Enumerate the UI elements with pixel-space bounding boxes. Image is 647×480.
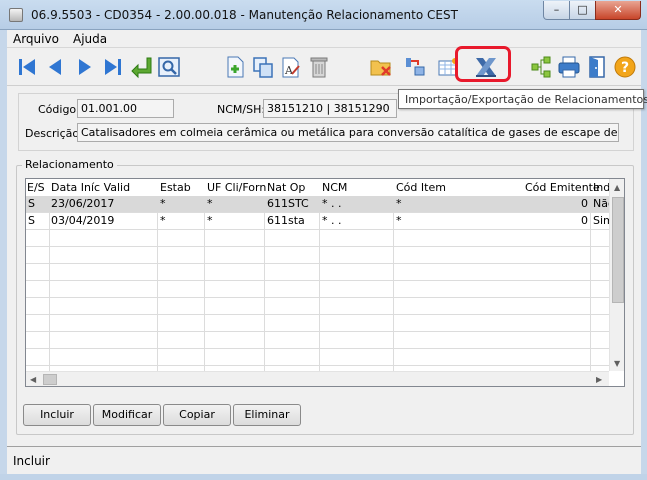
eliminar-button[interactable]: Eliminar: [233, 404, 301, 426]
cell-ind: Sim: [593, 214, 609, 227]
transfer-icon[interactable]: [401, 53, 429, 81]
modificar-button[interactable]: Modificar: [93, 404, 161, 426]
col-data-inic-valid[interactable]: Data Iníc Valid: [51, 181, 130, 194]
col-ncm[interactable]: NCM: [322, 181, 347, 194]
codigo-field: 01.001.00: [77, 99, 174, 118]
descricao-label: Descrição:: [25, 127, 83, 140]
cell-nat-op: 611sta: [267, 214, 305, 227]
vertical-scroll-thumb[interactable]: [612, 197, 624, 303]
table-row[interactable]: S 23/06/2017 * * 611STC * . . * 0 Não: [26, 196, 609, 213]
next-record-icon[interactable]: [71, 53, 99, 81]
cell-data: 03/04/2019: [51, 214, 115, 227]
help-icon[interactable]: ?: [611, 53, 639, 81]
app-icon: [9, 8, 23, 22]
menu-ajuda[interactable]: Ajuda: [73, 32, 107, 46]
table-row[interactable]: S 03/04/2019 * * 611sta * . . * 0 Sim: [26, 213, 609, 230]
col-nat-op[interactable]: Nat Op: [267, 181, 305, 194]
copiar-button[interactable]: Copiar: [163, 404, 231, 426]
title-bar: 06.9.5503 - CD0354 - 2.00.00.018 - Manut…: [0, 0, 647, 30]
maximize-button[interactable]: □: [569, 1, 596, 20]
window-title: 06.9.5503 - CD0354 - 2.00.00.018 - Manut…: [31, 8, 458, 22]
close-button[interactable]: ✕: [595, 1, 641, 20]
goto-return-icon[interactable]: [127, 53, 155, 81]
copy-record-icon[interactable]: [249, 53, 277, 81]
cell-cod-emitente: 0: [581, 197, 588, 210]
delete-trash-icon[interactable]: [305, 53, 333, 81]
edit-record-icon[interactable]: A: [277, 53, 305, 81]
table-row: [26, 332, 609, 349]
table-row: [26, 264, 609, 281]
status-bar: Incluir: [7, 446, 641, 474]
col-ind[interactable]: Ind: [593, 181, 610, 194]
col-cod-emitente[interactable]: Cód Emitente: [525, 181, 600, 194]
highlight-box: [455, 46, 511, 82]
table-row: [26, 230, 609, 247]
cell-es: S: [28, 214, 35, 227]
cell-ind: Não: [593, 197, 609, 210]
scroll-left-icon[interactable]: ◀: [30, 375, 36, 384]
horizontal-scroll-thumb[interactable]: [43, 374, 57, 385]
new-record-icon[interactable]: [221, 53, 249, 81]
cell-es: S: [28, 197, 35, 210]
previous-record-icon[interactable]: [41, 53, 69, 81]
cancel-folder-icon[interactable]: [367, 53, 395, 81]
relacionamento-title: Relacionamento: [22, 158, 117, 171]
status-text: Incluir: [13, 454, 50, 468]
table-row: [26, 315, 609, 332]
ncm-field: 38151210 | 38151290: [263, 99, 397, 118]
cell-uf: *: [207, 214, 213, 227]
menu-arquivo[interactable]: Arquivo: [13, 32, 59, 46]
codigo-label: Código:: [38, 103, 80, 116]
last-record-icon[interactable]: [99, 53, 127, 81]
table-row: [26, 281, 609, 298]
col-cod-item[interactable]: Cód Item: [396, 181, 446, 194]
tree-structure-icon[interactable]: [527, 53, 555, 81]
cell-uf: *: [207, 197, 213, 210]
table-row: [26, 247, 609, 264]
menu-bar: Arquivo Ajuda: [7, 30, 641, 48]
toolbar: A ?: [7, 48, 641, 86]
cell-cod-item: *: [396, 197, 402, 210]
toolbar-tooltip: Importação/Exportação de Relacionamentos: [398, 89, 647, 109]
scroll-right-icon[interactable]: ▶: [596, 375, 602, 384]
cell-nat-op: 611STC: [267, 197, 309, 210]
horizontal-scrollbar[interactable]: ◀ ▶: [26, 371, 609, 386]
main-content: Código: 01.001.00 NCM/SH: 38151210 | 381…: [7, 86, 641, 446]
first-record-icon[interactable]: [13, 53, 41, 81]
cell-ncm: * . .: [322, 197, 342, 210]
print-icon[interactable]: [555, 53, 583, 81]
col-es[interactable]: E/S: [27, 181, 45, 194]
window-frame-bottom: [0, 474, 647, 480]
search-icon[interactable]: [155, 53, 183, 81]
scroll-down-icon[interactable]: ▼: [614, 359, 620, 368]
svg-text:?: ?: [621, 60, 629, 76]
table-header: E/S Data Iníc Valid Estab UF Cli/Forn Na…: [26, 179, 624, 196]
minimize-button[interactable]: –: [543, 1, 570, 20]
scroll-up-icon[interactable]: ▲: [614, 183, 620, 192]
vertical-scrollbar[interactable]: ▲ ▼: [609, 179, 624, 371]
ncm-label: NCM/SH:: [217, 103, 266, 116]
col-uf-cli-forn[interactable]: UF Cli/Forn: [207, 181, 266, 194]
col-estab[interactable]: Estab: [160, 181, 191, 194]
relacionamento-table[interactable]: E/S Data Iníc Valid Estab UF Cli/Forn Na…: [25, 178, 625, 387]
table-row: [26, 298, 609, 315]
cell-data: 23/06/2017: [51, 197, 115, 210]
cell-cod-item: *: [396, 214, 402, 227]
exit-door-icon[interactable]: [583, 53, 611, 81]
svg-text:A: A: [284, 64, 294, 77]
table-row: [26, 349, 609, 366]
cell-ncm: * . .: [322, 214, 342, 227]
incluir-button[interactable]: Incluir: [23, 404, 91, 426]
cell-cod-emitente: 0: [581, 214, 588, 227]
window-frame-left: [0, 30, 7, 474]
descricao-field: Catalisadores em colmeia cerâmica ou met…: [77, 123, 619, 142]
cell-estab: *: [160, 197, 166, 210]
cell-estab: *: [160, 214, 166, 227]
